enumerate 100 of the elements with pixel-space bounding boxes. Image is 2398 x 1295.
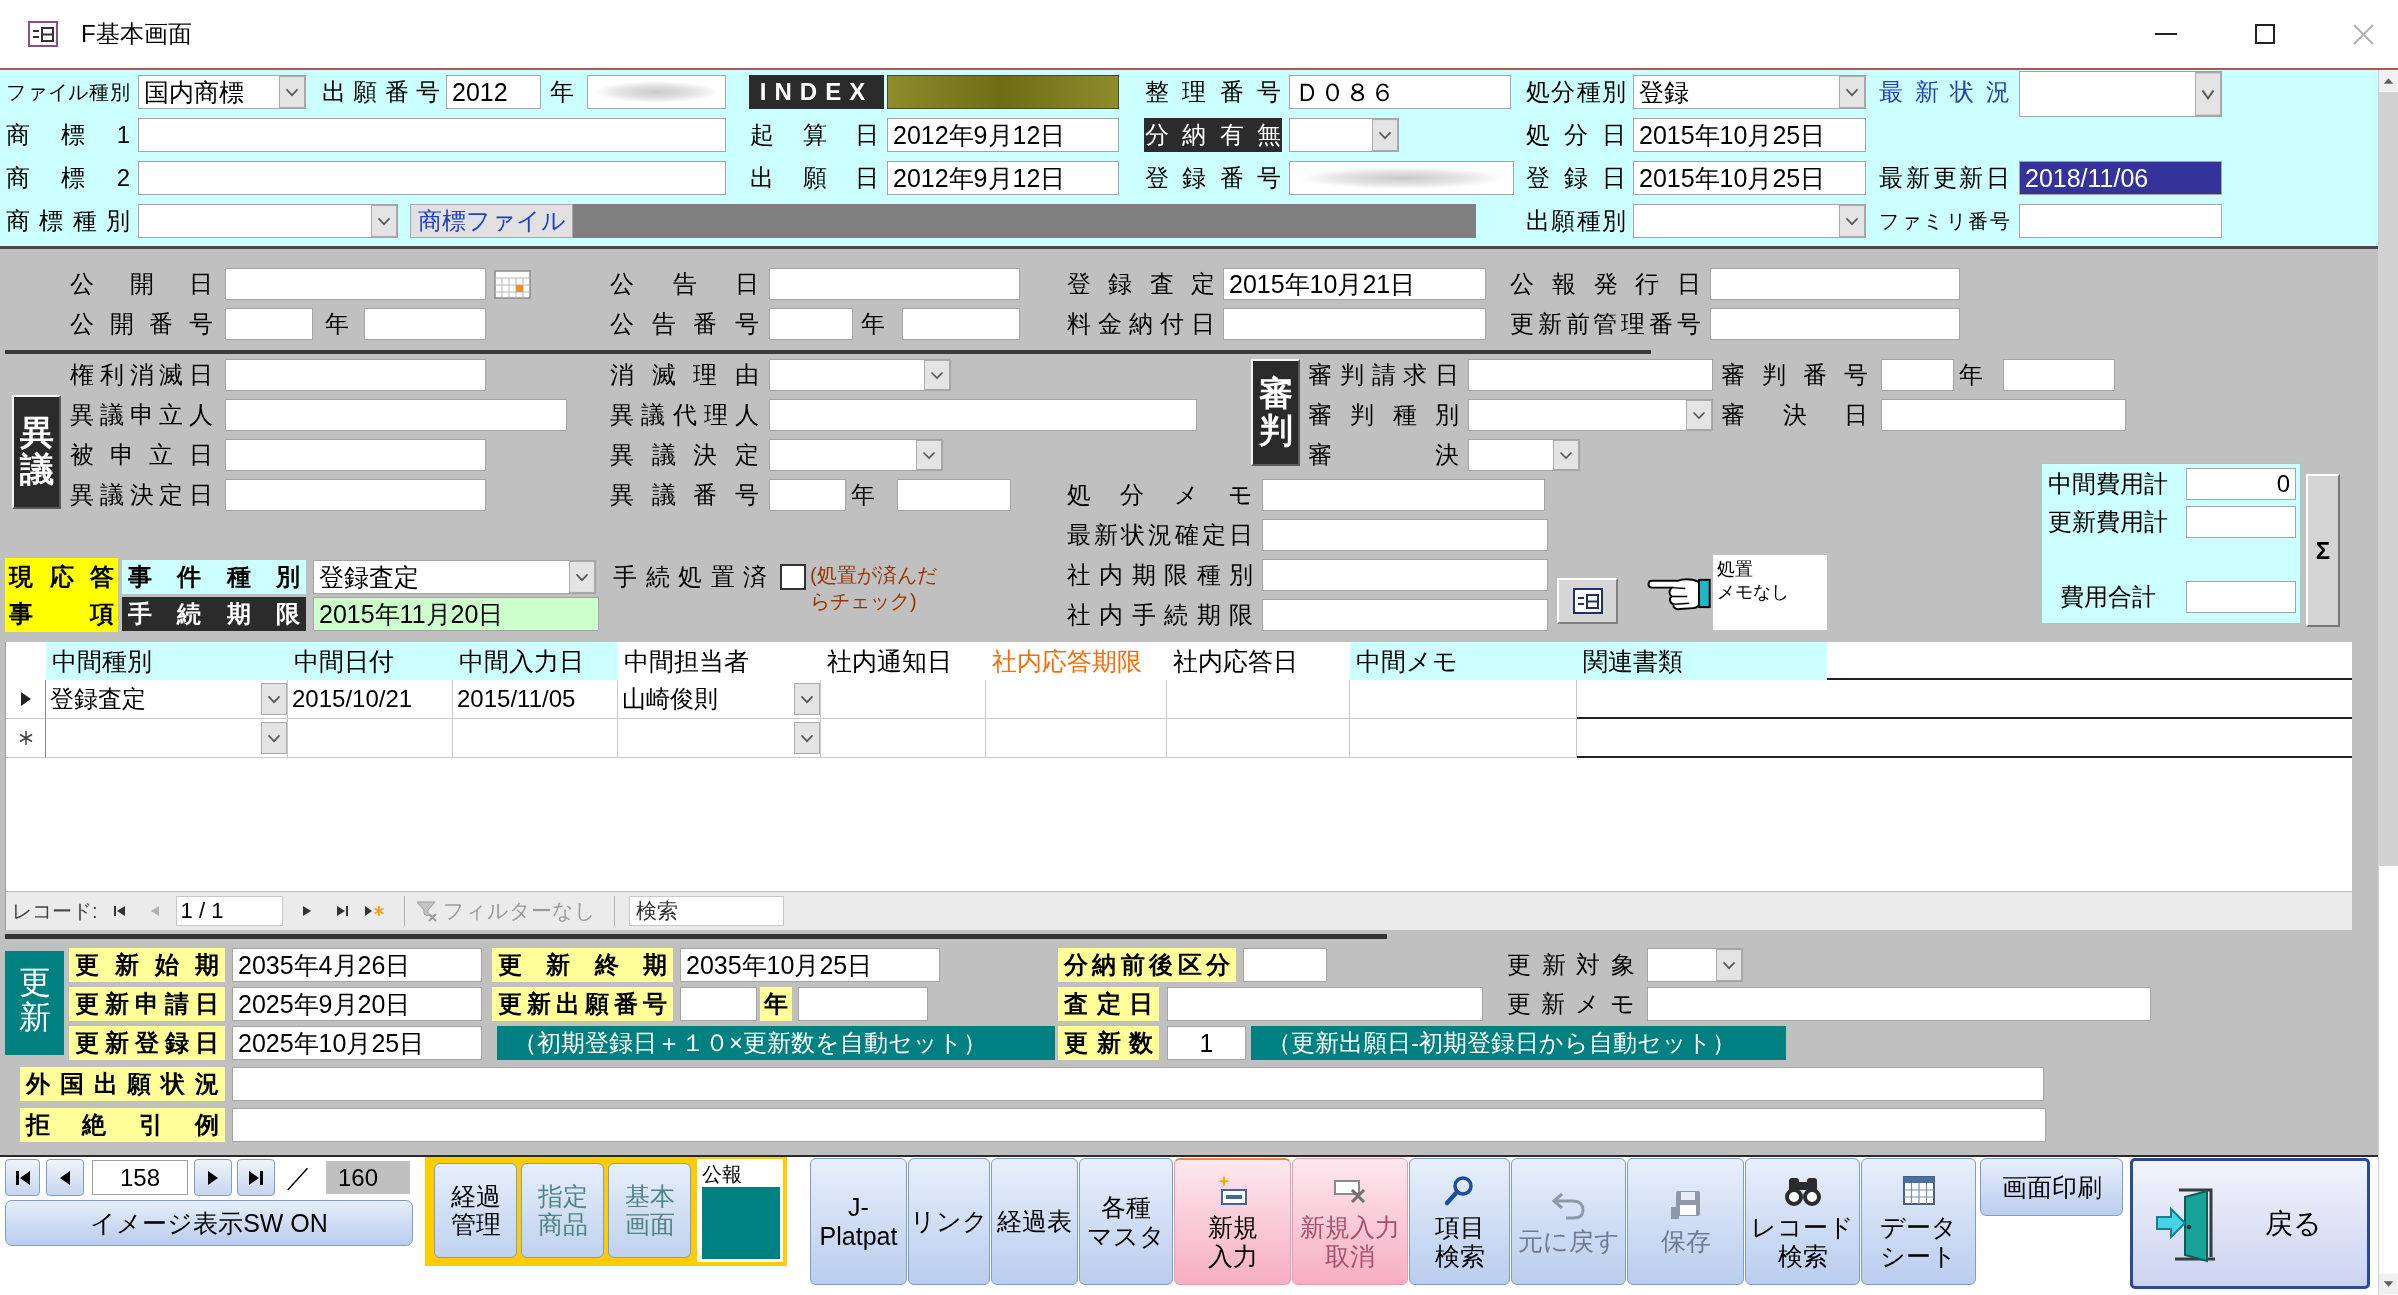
chevron-down-icon[interactable] <box>916 440 942 470</box>
text-field[interactable] <box>1710 308 1960 340</box>
blurred-field[interactable] <box>1289 161 1514 195</box>
back-button[interactable]: 戻る <box>2130 1158 2370 1289</box>
text-field[interactable] <box>2186 506 2296 538</box>
dropdown-field[interactable] <box>2019 71 2222 117</box>
text-field[interactable]: 2035年10月25日 <box>680 948 940 982</box>
text-field[interactable] <box>897 479 1011 511</box>
text-field[interactable]: 2015年10月25日 <box>1633 161 1866 195</box>
text-field[interactable] <box>2019 204 2222 238</box>
text-field[interactable] <box>1262 559 1548 591</box>
checkbox[interactable] <box>780 564 806 590</box>
sum-button[interactable]: Σ <box>2306 474 2340 627</box>
text-field[interactable] <box>1243 948 1327 982</box>
text-field[interactable] <box>1167 987 1483 1021</box>
last-record-button[interactable] <box>237 1159 275 1196</box>
dropdown-field[interactable]: 登録 <box>1633 75 1866 109</box>
print-button[interactable]: 画面印刷 <box>1980 1158 2123 1216</box>
chevron-down-icon[interactable] <box>279 76 305 108</box>
text-field[interactable] <box>769 479 846 511</box>
blurred-field[interactable] <box>887 75 1119 109</box>
text-field[interactable]: 2035年4月26日 <box>232 948 482 982</box>
blurred-field[interactable] <box>587 75 726 109</box>
chevron-down-icon[interactable] <box>794 683 820 715</box>
text-field[interactable] <box>232 1067 2044 1101</box>
dropdown-field[interactable] <box>1468 439 1580 471</box>
text-field[interactable]: 0 <box>2186 468 2296 500</box>
toolbar-button[interactable]: 経過表 <box>991 1158 1078 1285</box>
text-field[interactable]: 2015年10月21日 <box>1223 268 1486 300</box>
record-number-field[interactable]: 158 <box>92 1160 188 1195</box>
chevron-down-icon[interactable] <box>1553 440 1579 470</box>
chevron-down-icon[interactable] <box>1372 119 1398 151</box>
skip-end-icon[interactable] <box>334 904 349 918</box>
text-field[interactable] <box>798 987 928 1021</box>
text-field[interactable] <box>1262 479 1545 511</box>
text-field[interactable]: 2025年10月25日 <box>232 1026 482 1060</box>
text-field[interactable]: Ｄ０８６ <box>1289 75 1511 109</box>
scrollbar-thumb[interactable] <box>2379 92 2398 866</box>
text-field[interactable] <box>1647 987 2151 1021</box>
text-field[interactable] <box>769 399 1197 431</box>
skip-start-icon[interactable] <box>112 904 127 918</box>
scroll-down-icon[interactable] <box>2379 1273 2398 1295</box>
dropdown-cell[interactable]: 登録査定 <box>46 680 288 719</box>
dropdown-field[interactable] <box>769 439 943 471</box>
chevron-down-icon[interactable] <box>924 360 950 390</box>
maximize-icon[interactable] <box>2255 24 2275 44</box>
dropdown-field[interactable] <box>1468 399 1713 431</box>
text-field[interactable]: 2025年9月20日 <box>232 987 482 1021</box>
text-field[interactable]: 2012年9月12日 <box>887 161 1119 195</box>
chevron-down-icon[interactable] <box>794 722 820 754</box>
text-field[interactable]: 1 <box>1167 1026 1246 1060</box>
text-field[interactable] <box>1262 599 1548 631</box>
text-field[interactable] <box>1881 359 1954 391</box>
text-field[interactable]: 2012 <box>446 75 541 109</box>
text-field[interactable]: 2015年10月25日 <box>1633 118 1866 152</box>
text-field[interactable]: 2012年9月12日 <box>887 118 1119 152</box>
text-field[interactable] <box>225 359 486 391</box>
status-link[interactable]: 最新状況 <box>1878 75 2011 109</box>
dropdown-field[interactable]: 登録査定 <box>313 560 596 594</box>
chevron-down-icon[interactable] <box>371 205 397 237</box>
chevron-down-icon[interactable] <box>2195 72 2221 116</box>
chevron-down-icon[interactable] <box>1839 76 1865 108</box>
text-field[interactable] <box>225 399 567 431</box>
dropdown-cell[interactable] <box>46 719 288 758</box>
toolbar-button[interactable]: 各種マスタ <box>1079 1158 1173 1285</box>
text-field[interactable] <box>138 161 726 195</box>
calendar-icon[interactable] <box>494 268 531 300</box>
text-field[interactable] <box>1468 359 1713 391</box>
text-field[interactable] <box>902 308 1020 340</box>
text-field[interactable] <box>225 268 486 300</box>
text-field[interactable] <box>225 308 313 340</box>
text-field[interactable]: 2015年11月20日 <box>313 597 599 631</box>
chevron-down-icon[interactable] <box>1686 400 1712 430</box>
dropdown-cell[interactable] <box>618 719 821 758</box>
file-button[interactable]: 商標ファイル <box>410 204 573 238</box>
search-field[interactable]: 検索 <box>628 896 784 926</box>
chevron-down-icon[interactable] <box>1839 205 1865 237</box>
chevron-down-icon[interactable] <box>569 561 595 593</box>
toolbar-button[interactable]: リンク <box>908 1158 990 1285</box>
toolbar-button[interactable]: データシート <box>1861 1158 1976 1285</box>
text-field[interactable] <box>232 1108 2046 1142</box>
menu-button[interactable]: 経過管理 <box>434 1163 517 1258</box>
first-record-button[interactable] <box>5 1159 40 1196</box>
text-field[interactable] <box>364 308 486 340</box>
record-position-field[interactable]: 1 / 1 <box>175 896 283 926</box>
text-field[interactable] <box>769 308 853 340</box>
chevron-down-icon[interactable] <box>1716 949 1742 981</box>
text-field[interactable] <box>1710 268 1960 300</box>
text-field[interactable] <box>225 439 486 471</box>
dropdown-cell[interactable]: 山崎俊則 <box>618 680 821 719</box>
dropdown-field[interactable] <box>1647 948 1743 982</box>
text-field[interactable]: 2018/11/06 <box>2019 161 2222 195</box>
toolbar-button[interactable]: 項目検索 <box>1409 1158 1510 1285</box>
scrollbar[interactable] <box>2378 70 2398 1295</box>
text-field[interactable] <box>1881 399 2126 431</box>
chevron-down-icon[interactable] <box>261 722 287 754</box>
new-record-icon[interactable] <box>363 904 386 918</box>
text-field[interactable] <box>769 268 1020 300</box>
text-field[interactable] <box>2003 359 2115 391</box>
text-field[interactable] <box>225 479 486 511</box>
